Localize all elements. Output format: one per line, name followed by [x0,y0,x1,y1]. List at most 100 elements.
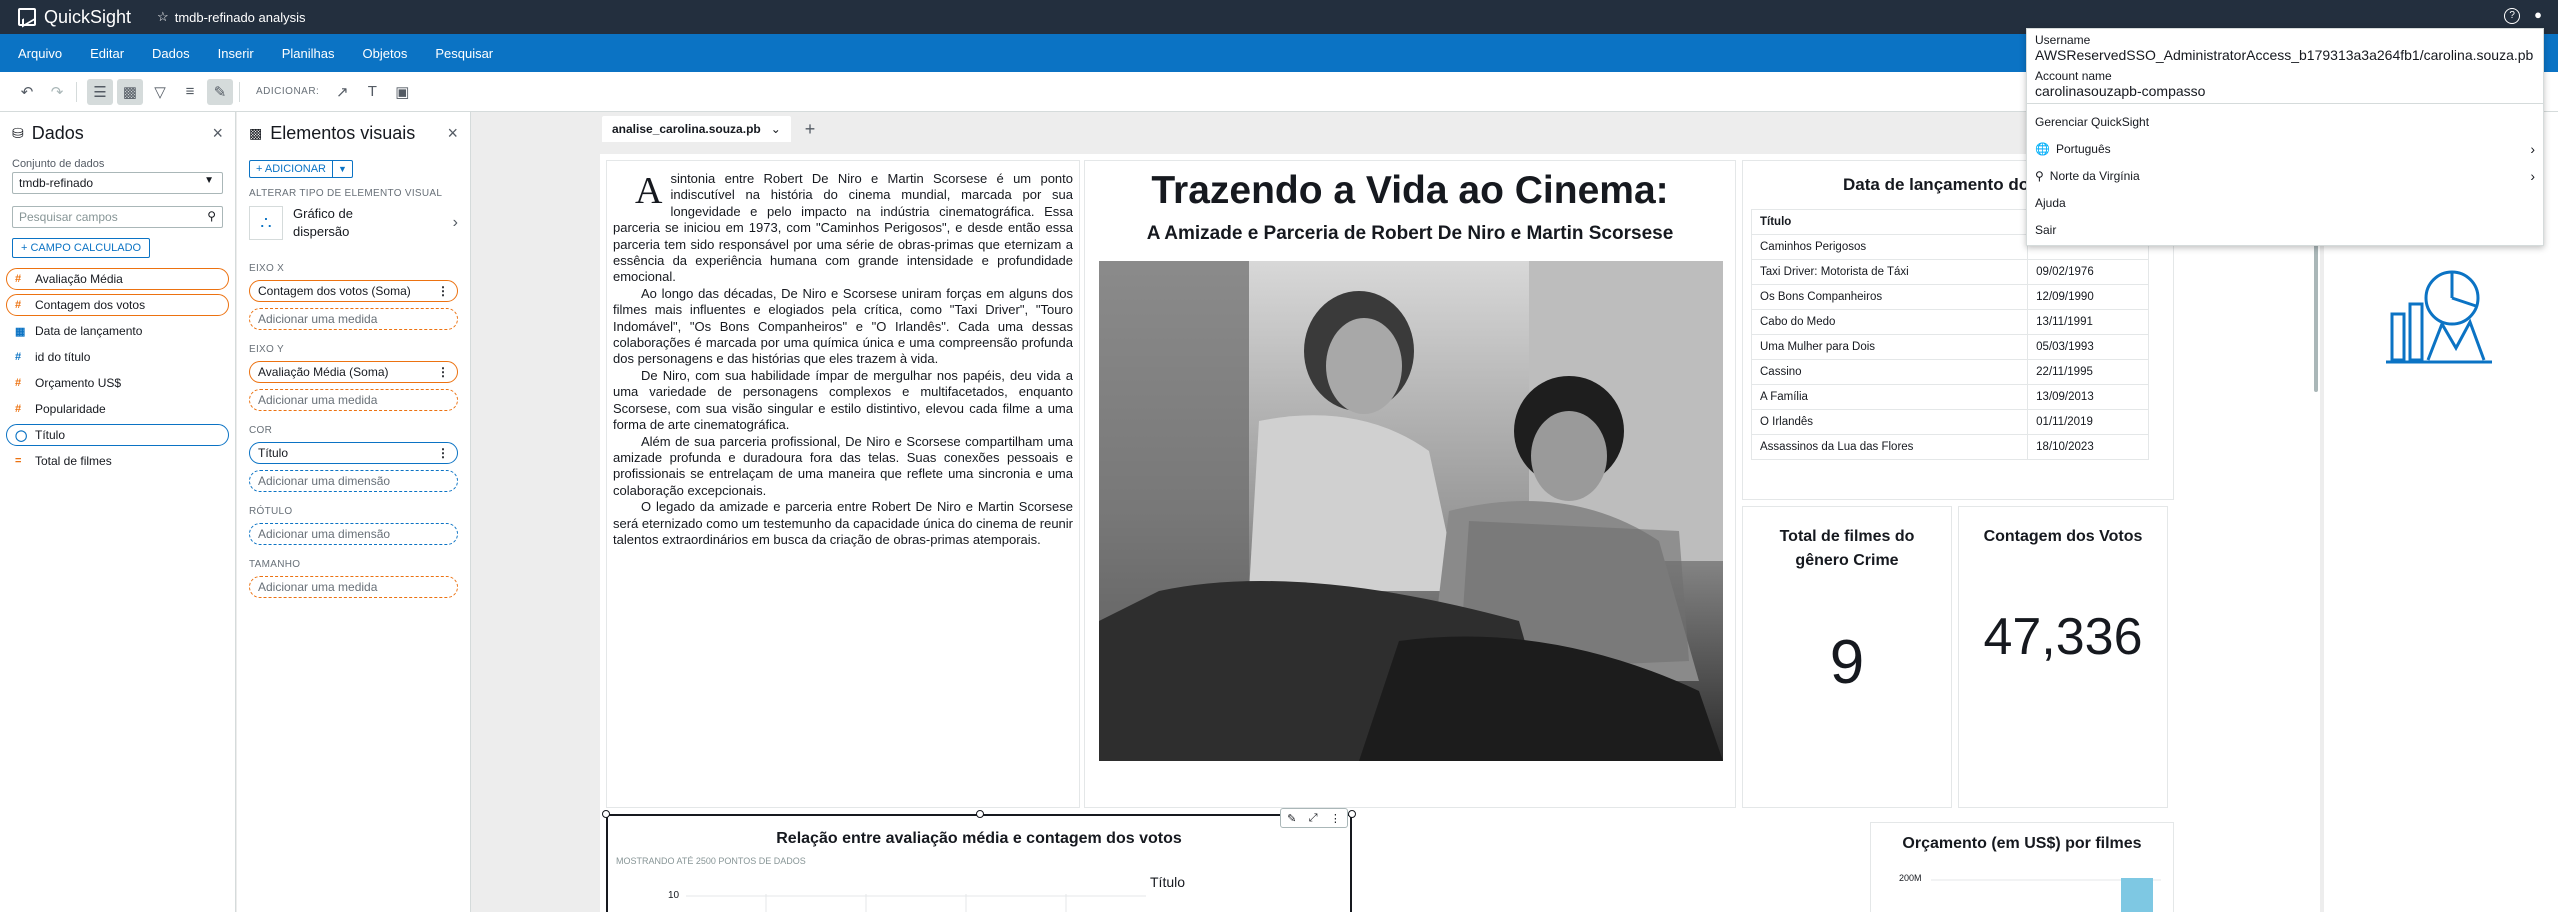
y-axis-label: EIXO Y [249,344,284,355]
field-label: Título [35,428,66,442]
bar-chart-icon: ▩ [249,124,263,141]
table-row[interactable]: Uma Mulher para Dois 05/03/1993 [1750,334,2149,360]
field-label: Contagem dos votos [35,298,146,312]
field-total-filmes[interactable]: = Total de filmes [6,450,229,472]
field-orcamento[interactable]: # Orçamento US$ [6,372,229,394]
table-cell-date: 01/11/2019 [2027,409,2149,435]
parameters-icon[interactable]: ≡ [177,79,203,105]
label-label: RÓTULO [249,506,293,517]
caret-down-icon[interactable]: ▼ [333,160,353,178]
resize-handle[interactable] [602,810,610,818]
y-axis-value: Avaliação Média (Soma) [258,365,389,379]
expand-icon[interactable]: ⤢ [1309,812,1318,825]
size-empty-well[interactable]: Adicionar uma medida [249,576,458,598]
sign-out-item[interactable]: Sair [2027,216,2543,243]
close-icon[interactable]: × [447,123,458,144]
calculated-field-button[interactable]: + CAMPO CALCULADO [12,238,151,258]
menu-dados[interactable]: Dados [142,46,200,61]
x-axis-field-well[interactable]: Contagem dos votos (Soma) ⋮ [249,280,458,302]
menu-planilhas[interactable]: Planilhas [272,46,345,61]
table-row[interactable]: A Família 13/09/2013 [1750,384,2149,410]
kpi-vote-count-title: Contagem dos Votos [1983,528,2143,545]
more-options-icon[interactable]: ⋮ [437,365,449,379]
quicksight-logo-icon [18,8,36,26]
add-image-icon[interactable]: ▣ [389,79,415,105]
visuals-panel-icon[interactable]: ▩ [117,78,143,105]
resize-handle[interactable] [976,810,984,818]
table-row[interactable]: Os Bons Companheiros 12/09/1990 [1750,284,2149,310]
field-avaliacao-media[interactable]: # Avaliação Média [6,268,229,290]
y-axis-field-well[interactable]: Avaliação Média (Soma) ⋮ [249,361,458,383]
user-icon[interactable]: ● [2534,8,2542,24]
table-row[interactable]: Cabo do Medo 13/11/1991 [1750,309,2149,335]
narrative-text-box[interactable]: Asintonia entre Robert De Niro e Martin … [606,160,1080,808]
data-panel-icon[interactable]: ☰ [87,78,113,105]
more-options-icon[interactable]: ⋮ [437,284,449,298]
help-icon[interactable]: ? [2504,8,2521,24]
field-titulo[interactable]: ◯ Título [6,424,229,446]
properties-icon[interactable]: ✎ [207,78,233,105]
resize-handle[interactable] [1348,810,1356,818]
more-options-icon[interactable]: ⋮ [437,446,449,460]
color-empty-well[interactable]: Adicionar uma dimensão [249,470,458,492]
kpi-total-films[interactable]: Total de filmes do gênero Crime 9 [1742,506,1952,808]
field-id-titulo[interactable]: # id do título [6,346,229,368]
star-icon[interactable]: ☆ [157,9,169,25]
menu-arquivo[interactable]: Arquivo [8,46,72,61]
measure-icon: # [15,403,22,415]
table-row[interactable]: Assassinos da Lua das Flores 18/10/2023 [1750,434,2149,460]
field-contagem-votos[interactable]: # Contagem dos votos [6,294,229,316]
menu-pesquisar[interactable]: Pesquisar [425,46,503,61]
redo-icon[interactable]: ↷ [44,79,70,105]
x-axis-empty-well[interactable]: Adicionar uma medida [249,308,458,330]
dataset-value: tmdb-refinado [19,176,94,190]
label-empty-well[interactable]: Adicionar uma dimensão [249,523,458,545]
title-image-card[interactable]: Trazendo a Vida ao Cinema: A Amizade e P… [1084,160,1736,808]
field-popularidade[interactable]: # Popularidade [6,398,229,420]
budget-bar-chart[interactable]: Orçamento (em US$) por filmes 200M [1870,822,2174,912]
kpi-vote-count[interactable]: Contagem dos Votos 47,336 [1958,506,2168,808]
close-icon[interactable]: × [212,123,223,144]
add-sheet-icon[interactable]: + [805,119,816,140]
table-row[interactable]: Cassino 22/11/1995 [1750,359,2149,385]
field-search-input[interactable]: Pesquisar campos ⚲ [12,206,223,228]
visual-type-selector[interactable]: ∴ Gráfico de dispersão › [249,205,458,241]
filter-icon[interactable]: ▽ [147,79,173,105]
y-axis-empty-well[interactable]: Adicionar uma medida [249,389,458,411]
color-value: Título [258,446,289,460]
dataset-select[interactable]: tmdb-refinado ▼ [12,172,223,194]
photo-illustration [1099,261,1723,761]
quicksight-logo[interactable]: QuickSight [18,7,131,28]
table-row[interactable]: Taxi Driver: Motorista de Táxi 09/02/1976 [1750,259,2149,285]
format-visual-icon[interactable]: ✎ [1287,812,1296,825]
chevron-down-icon[interactable]: ⌄ [771,122,781,136]
table-cell-title: Cassino [1750,359,2029,385]
kpi-total-films-title: Total de filmes do gênero Crime [1779,528,1915,569]
more-options-icon[interactable]: ⋮ [1330,812,1341,825]
visuals-panel-title: Elementos visuais [270,122,416,143]
account-label: Account name [2035,69,2112,83]
sheet-tab[interactable]: analise_carolina.souza.pb ⌄ [602,116,791,142]
de-niro-scorsese-photo [1099,261,1723,761]
add-visual-icon[interactable]: ↗ [329,79,355,105]
table-cell-title: Assassinos da Lua das Flores [1750,434,2029,460]
language-item[interactable]: 🌐 Português › [2027,135,2543,162]
table-row[interactable]: O Irlandês 01/11/2019 [1750,409,2149,435]
menu-inserir[interactable]: Inserir [208,46,264,61]
column-header-title[interactable]: Título [1750,209,2029,235]
region-item[interactable]: ⚲ Norte da Virgínia › [2027,162,2543,189]
scatter-visual[interactable]: Relação entre avaliação média e contagem… [606,814,1352,912]
add-text-icon[interactable]: T [359,79,385,105]
sheet-canvas: Asintonia entre Robert De Niro e Martin … [600,154,2320,912]
manage-quicksight-item[interactable]: Gerenciar QuickSight [2027,108,2543,135]
add-visual-button[interactable]: + ADICIONAR ▼ [249,160,353,178]
table-cell-title: O Irlandês [1750,409,2029,435]
help-item[interactable]: Ajuda [2027,189,2543,216]
budget-chart-area [1931,878,2161,912]
field-data-lancamento[interactable]: ▦ Data de lançamento [6,320,229,342]
undo-icon[interactable]: ↶ [14,79,40,105]
menu-objetos[interactable]: Objetos [353,46,418,61]
budget-bar[interactable] [2121,878,2153,912]
menu-editar[interactable]: Editar [80,46,134,61]
color-field-well[interactable]: Título ⋮ [249,442,458,464]
